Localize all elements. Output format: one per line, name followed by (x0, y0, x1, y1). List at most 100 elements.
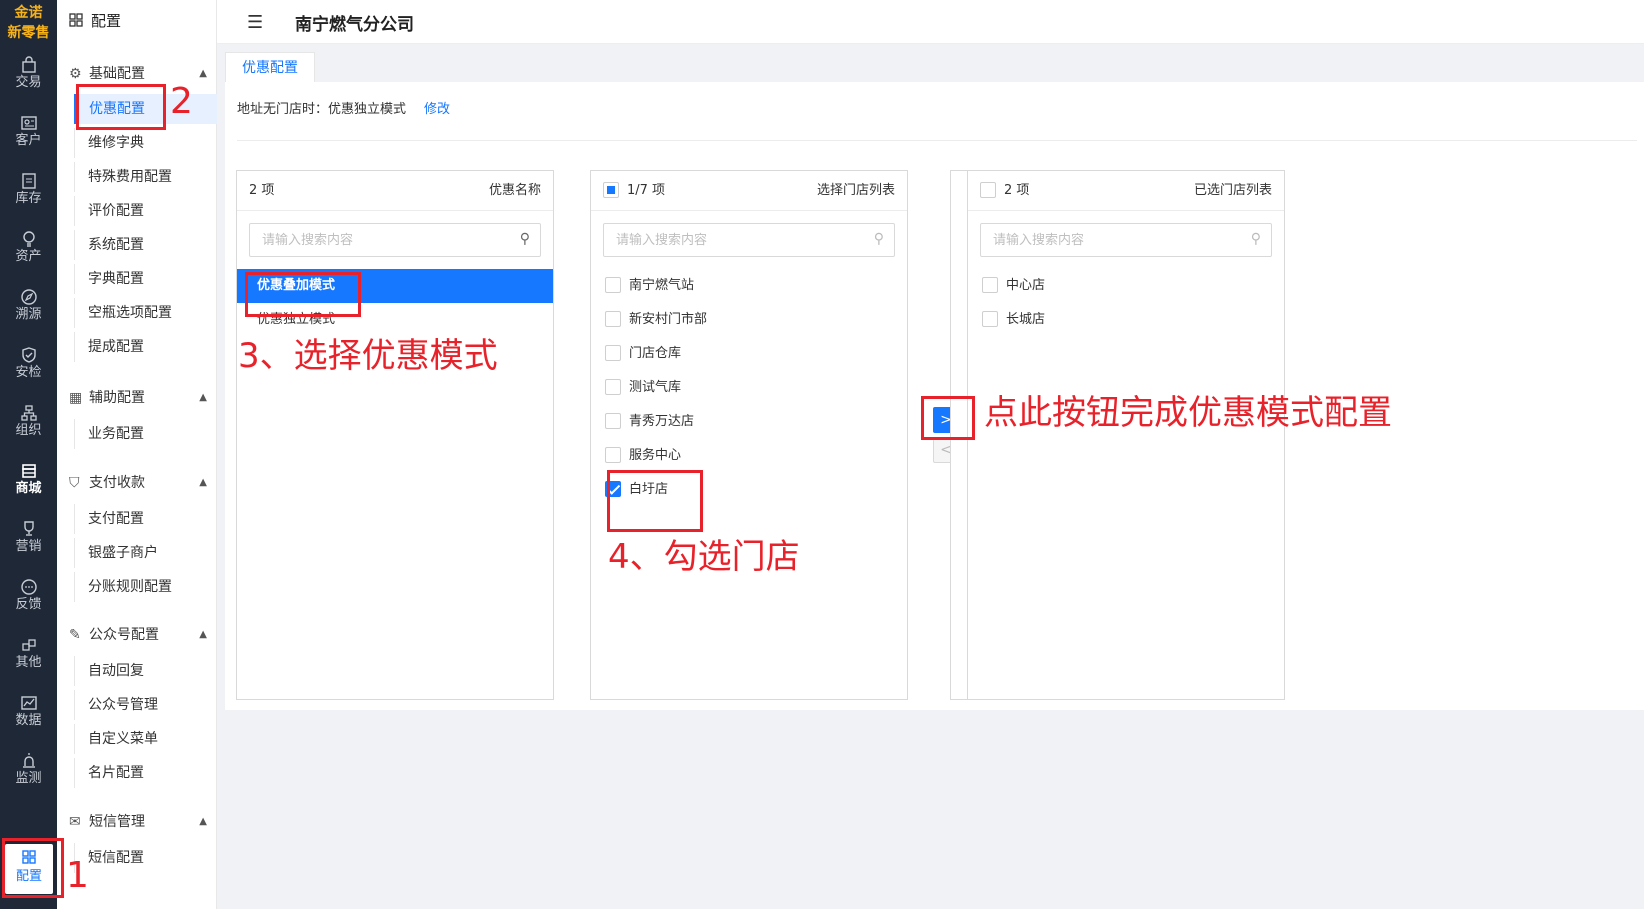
group-assist[interactable]: ▦ 辅助配置 ▲ (57, 383, 217, 413)
select-all-checkbox[interactable] (980, 181, 996, 198)
rail-item-inventory[interactable]: 库存 (0, 166, 57, 226)
rail-item-marketing[interactable]: 营销 (0, 514, 57, 574)
mail-icon: ✉ (69, 814, 81, 830)
sidebar-item-custom-menu[interactable]: 自定义菜单 (74, 724, 217, 754)
sidebar-item-dictionary[interactable]: 字典配置 (74, 264, 217, 294)
sidebar-header: 配置 (57, 0, 216, 46)
wrench-icon: ✎ (69, 627, 81, 643)
rail-item-other[interactable]: 其他 (0, 630, 57, 690)
store-name: 新安村门市部 (629, 312, 708, 327)
search-icon[interactable]: ⚲ (520, 231, 530, 247)
search-icon[interactable]: ⚲ (874, 231, 884, 247)
list-item[interactable]: 新安村门市部 (591, 303, 907, 337)
sidebar-item-business[interactable]: 业务配置 (74, 419, 217, 449)
sidebar-item-sms-config[interactable]: 短信配置 (74, 843, 217, 873)
discount-panel: 2 项 优惠名称 ⚲ 优惠叠加模式 优惠独立模式 (236, 170, 554, 700)
chat-icon (0, 572, 57, 596)
sidebar-item-commission[interactable]: 提成配置 (74, 332, 217, 362)
rail-label: 资产 (15, 249, 42, 264)
list-item[interactable]: 测试气库 (591, 371, 907, 405)
list-icon (0, 166, 57, 190)
discount-search: ⚲ (249, 223, 541, 257)
chart-icon (0, 688, 57, 712)
sidebar-item-empty-bottle[interactable]: 空瓶选项配置 (74, 298, 217, 328)
rail-label: 数据 (15, 713, 42, 728)
sidebar-item-pay-config[interactable]: 支付配置 (74, 504, 217, 534)
shield-check-icon (0, 340, 57, 364)
checkbox[interactable] (605, 310, 621, 327)
chevron-up-icon: ▲ (199, 629, 207, 640)
rail-item-org[interactable]: 组织 (0, 398, 57, 458)
panel-count: 2 项 (1004, 183, 1030, 198)
group-sms[interactable]: ✉ 短信管理 ▲ (57, 807, 217, 837)
config-sidebar: 配置 ⚙ 基础配置 ▲ 优惠配置 维修字典 特殊费用配置 评价配置 系统配置 字典配… (57, 0, 217, 909)
annotation-box-4 (607, 470, 703, 532)
rail-item-customer[interactable]: 客户 (0, 108, 57, 168)
tab-discount-config[interactable]: 优惠配置 (225, 52, 315, 82)
list-item[interactable]: 服务中心 (591, 439, 907, 473)
rail-label: 反馈 (15, 597, 42, 612)
annotation-step-1: 1 (66, 855, 89, 896)
annotation-box-3 (245, 272, 361, 317)
sidebar-item-card[interactable]: 名片配置 (74, 758, 217, 788)
chevron-up-icon: ▲ (199, 816, 207, 827)
rail-item-trade[interactable]: 交易 (0, 50, 57, 110)
sidebar-item-evaluation[interactable]: 评价配置 (74, 196, 217, 226)
menu-fold-icon[interactable]: ☰ (247, 12, 263, 33)
annotation-step-2: 2 (170, 81, 193, 122)
sidebar-item-split-rule[interactable]: 分账规则配置 (74, 572, 217, 602)
edit-link[interactable]: 修改 (424, 102, 450, 117)
sidebar-item-auto-reply[interactable]: 自动回复 (74, 656, 217, 686)
group-label: 公众号配置 (89, 627, 159, 643)
rail-label: 监测 (15, 771, 42, 786)
chevron-up-icon: ▲ (199, 68, 207, 79)
rail-item-data[interactable]: 数据 (0, 688, 57, 748)
sidebar-item-repair-dict[interactable]: 维修字典 (74, 128, 217, 158)
selected-search: ⚲ (980, 223, 1272, 257)
list-item[interactable]: 长城店 (968, 303, 1284, 337)
blocks-icon (0, 630, 57, 654)
checkbox[interactable] (605, 378, 621, 395)
sidebar-item-sub-merchant[interactable]: 银盛子商户 (74, 538, 217, 568)
group-label: 基础配置 (89, 66, 145, 82)
annotation-box-1 (2, 838, 64, 898)
group-official[interactable]: ✎ 公众号配置 ▲ (57, 620, 217, 650)
search-icon[interactable]: ⚲ (1251, 231, 1261, 247)
list-item[interactable]: 中心店 (968, 269, 1284, 303)
divider (237, 140, 1637, 141)
group-label: 支付收款 (89, 475, 145, 491)
checkbox[interactable] (605, 344, 621, 361)
list-item[interactable]: 南宁燃气站 (591, 269, 907, 303)
select-all-checkbox[interactable] (603, 181, 619, 198)
store-search-input[interactable] (604, 224, 894, 256)
address-mode-text: 地址无门店时：优惠独立模式 (237, 102, 407, 117)
annotation-box-5 (921, 396, 975, 440)
annotation-step-4: 4、勾选门店 (608, 537, 800, 577)
store-icon (0, 456, 57, 480)
discount-search-input[interactable] (250, 224, 540, 256)
rail-item-monitor[interactable]: 监测 (0, 746, 57, 806)
sidebar-item-system[interactable]: 系统配置 (74, 230, 217, 260)
selected-search-input[interactable] (981, 224, 1271, 256)
rail-label: 组织 (15, 423, 42, 438)
tab-bar: 优惠配置 (225, 52, 315, 82)
rail-label: 商城 (15, 481, 42, 496)
list-item[interactable]: 门店仓库 (591, 337, 907, 371)
checkbox[interactable] (982, 276, 998, 293)
panel-header: 1/7 项 选择门店列表 (591, 171, 907, 211)
checkbox[interactable] (605, 412, 621, 429)
rail-item-asset[interactable]: 资产 (0, 224, 57, 284)
group-payment[interactable]: ⛉ 支付收款 ▲ (57, 468, 217, 498)
checkbox[interactable] (982, 310, 998, 327)
compass-icon (0, 282, 57, 306)
list-item[interactable]: 青秀万达店 (591, 405, 907, 439)
sidebar-item-official-manage[interactable]: 公众号管理 (74, 690, 217, 720)
rail-item-mall[interactable]: 商城 (0, 456, 57, 516)
checkbox[interactable] (605, 276, 621, 293)
store-name: 南宁燃气站 (629, 278, 695, 293)
rail-item-feedback[interactable]: 反馈 (0, 572, 57, 632)
checkbox[interactable] (605, 446, 621, 463)
rail-item-trace[interactable]: 溯源 (0, 282, 57, 342)
sidebar-item-special-fee[interactable]: 特殊费用配置 (74, 162, 217, 192)
rail-item-inspect[interactable]: 安检 (0, 340, 57, 400)
